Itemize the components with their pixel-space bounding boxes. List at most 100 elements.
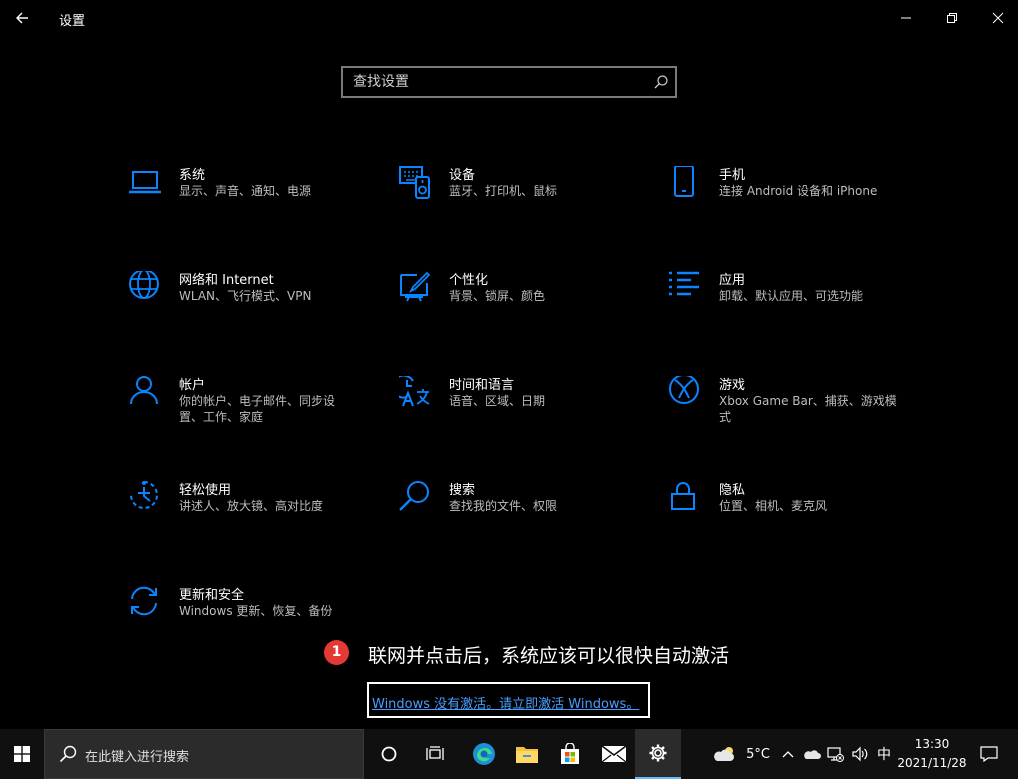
category-title: 应用 (719, 273, 746, 288)
minimize-icon (901, 17, 911, 19)
category-apps[interactable]: 应用 卸载、默认应用、可选功能 (669, 271, 919, 331)
category-system[interactable]: 系统 显示、声音、通知、电源 (129, 166, 379, 226)
taskbar-settings[interactable] (635, 729, 681, 779)
category-description: 语音、区域、日期 (449, 394, 546, 408)
action-center-button[interactable] (975, 729, 1003, 779)
title-bar: 设置 (0, 0, 1018, 36)
category-update-security[interactable]: 更新和安全 Windows 更新、恢复、备份 (129, 586, 379, 646)
category-personalization[interactable]: 个性化 背景、锁屏、颜色 (399, 271, 649, 331)
category-network[interactable]: 网络和 Internet WLAN、飞行模式、VPN (129, 271, 379, 331)
category-title: 系统 (179, 168, 206, 183)
category-description: WLAN、飞行模式、VPN (179, 289, 312, 303)
taskbar-search-icon (59, 745, 77, 763)
input-method-indicator[interactable]: 中 (873, 729, 895, 779)
category-title: 手机 (719, 168, 746, 183)
activate-windows-link[interactable]: Windows 没有激活。请立即激活 Windows。 (372, 693, 639, 712)
category-description: 卸载、默认应用、可选功能 (719, 289, 864, 303)
category-description: 你的帐户、电子邮件、同步设置、工作、家庭 (179, 394, 336, 424)
category-ease-of-access[interactable]: 轻松使用 讲述人、放大镜、高对比度 (129, 481, 379, 541)
category-title: 个性化 (449, 273, 489, 288)
time-language-icon (399, 376, 430, 407)
taskbar: 在此键入进行搜索 5°C 中 13:30 2021/11/28 (0, 729, 1018, 779)
restore-icon (947, 13, 957, 23)
volume-button[interactable] (848, 729, 872, 779)
category-title: 时间和语言 (449, 378, 515, 393)
taskbar-store[interactable] (547, 729, 593, 779)
category-phone[interactable]: 手机 连接 Android 设备和 iPhone (669, 166, 919, 226)
show-hidden-icons-button[interactable] (779, 729, 797, 779)
category-privacy[interactable]: 隐私 位置、相机、麦克风 (669, 481, 919, 541)
category-title: 搜索 (449, 483, 476, 498)
speaker-icon (852, 746, 868, 762)
category-description: 连接 Android 设备和 iPhone (719, 184, 878, 198)
annotation-text: 联网并点击后，系统应该可以很快自动激活 (368, 645, 730, 667)
category-description: 讲述人、放大镜、高对比度 (179, 499, 324, 513)
category-description: Windows 更新、恢复、备份 (179, 604, 333, 618)
settings-search-box[interactable] (341, 66, 677, 98)
folder-icon (516, 747, 538, 763)
category-description: 显示、声音、通知、电源 (179, 184, 312, 198)
settings-search-input[interactable] (343, 68, 643, 96)
phone-icon (674, 166, 694, 197)
network-icon (827, 747, 844, 762)
laptop-icon (129, 171, 161, 194)
ease-of-access-icon (130, 481, 158, 509)
notification-icon (980, 746, 998, 762)
category-title: 网络和 Internet (179, 273, 274, 288)
back-arrow-icon (16, 12, 28, 24)
weather-widget[interactable]: 5°C (706, 729, 776, 779)
task-view-icon (426, 746, 444, 760)
category-accounts[interactable]: 帐户 你的帐户、电子邮件、同步设置、工作、家庭 (129, 376, 379, 436)
category-title: 隐私 (719, 483, 746, 498)
category-description: 位置、相机、麦克风 (719, 499, 828, 513)
mail-icon (601, 745, 627, 763)
taskbar-clock[interactable]: 13:30 2021/11/28 (893, 735, 971, 773)
category-devices[interactable]: 设备 蓝牙、打印机、鼠标 (399, 166, 649, 226)
magnifier-icon[interactable] (653, 74, 669, 90)
step-badge: 1 (324, 640, 349, 665)
window-title: 设置 (59, 14, 86, 29)
chevron-up-icon (782, 751, 794, 758)
onedrive-cloud-icon (804, 750, 821, 759)
onedrive-button[interactable] (801, 729, 823, 779)
category-title: 游戏 (719, 378, 746, 393)
category-title: 帐户 (179, 378, 206, 393)
clock-date: 2021/11/28 (897, 756, 967, 770)
restore-button[interactable] (929, 0, 975, 36)
windows-logo-icon (14, 746, 30, 762)
search-icon (399, 481, 429, 511)
personalization-icon (400, 271, 431, 302)
cortana-circle-icon (381, 746, 397, 762)
category-description: 查找我的文件、权限 (449, 499, 558, 513)
taskbar-mail[interactable] (591, 729, 637, 779)
category-description: 背景、锁屏、颜色 (449, 289, 546, 303)
weather-temperature: 5°C (746, 746, 770, 762)
gear-icon (649, 744, 667, 762)
category-gaming[interactable]: 游戏 Xbox Game Bar、捕获、游戏模式 (669, 376, 919, 436)
close-button[interactable] (975, 0, 1018, 36)
taskbar-edge[interactable] (461, 729, 507, 779)
category-description: Xbox Game Bar、捕获、游戏模式 (719, 394, 897, 424)
back-button[interactable] (0, 0, 44, 36)
start-button[interactable] (0, 729, 44, 779)
devices-icon (399, 166, 430, 199)
task-view-button[interactable] (412, 729, 458, 779)
lock-icon (671, 482, 695, 510)
cortana-button[interactable] (366, 729, 412, 779)
minimize-button[interactable] (883, 0, 929, 36)
globe-icon (129, 271, 159, 299)
category-title: 设备 (449, 168, 476, 183)
category-title: 更新和安全 (179, 588, 245, 603)
taskbar-file-explorer[interactable] (504, 729, 550, 779)
category-title: 轻松使用 (179, 483, 232, 498)
taskbar-search-box[interactable]: 在此键入进行搜索 (44, 729, 364, 779)
category-search[interactable]: 搜索 查找我的文件、权限 (399, 481, 649, 541)
xbox-icon (669, 376, 699, 404)
cloud-sun-icon (714, 747, 735, 761)
store-bag-icon (561, 743, 579, 764)
edge-browser-icon (473, 743, 495, 765)
category-time-language[interactable]: 时间和语言 语音、区域、日期 (399, 376, 649, 436)
network-status-button[interactable] (824, 729, 846, 779)
activation-highlight-box: Windows 没有激活。请立即激活 Windows。 (367, 682, 650, 718)
sync-icon (131, 586, 157, 616)
